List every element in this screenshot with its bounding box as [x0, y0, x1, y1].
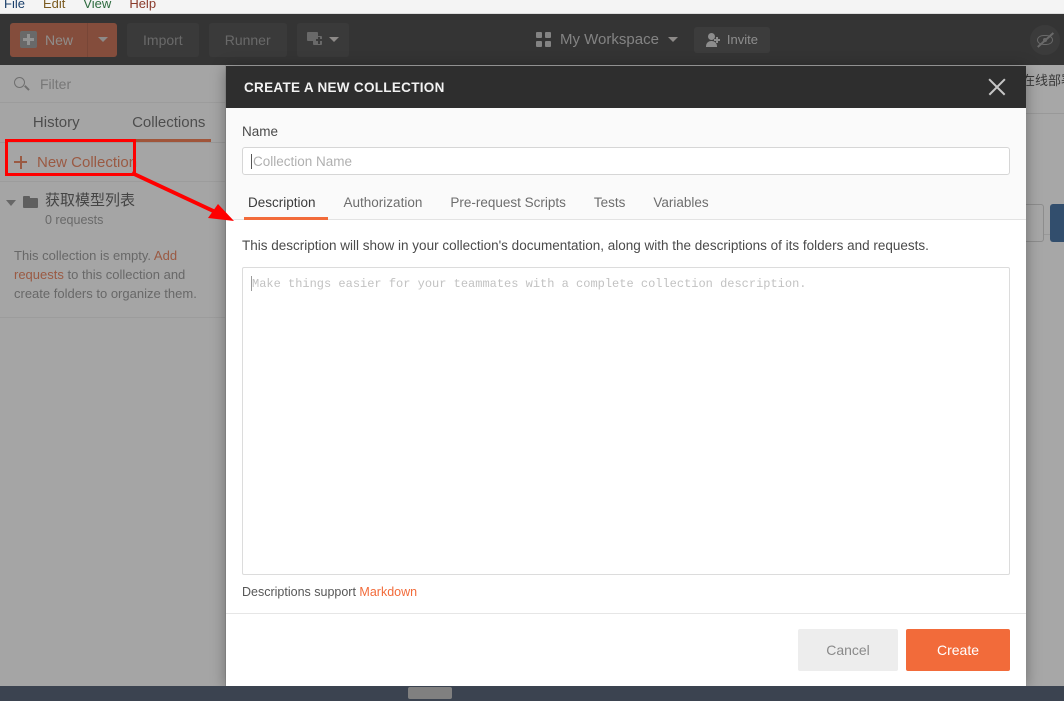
horizontal-scrollbar-thumb[interactable]	[408, 687, 452, 699]
tab-tests[interactable]: Tests	[580, 189, 640, 219]
name-label: Name	[242, 124, 279, 139]
text-cursor	[251, 153, 252, 169]
description-panel: This description will show in your colle…	[226, 220, 1026, 613]
menu-item-help[interactable]: Help	[129, 0, 156, 10]
status-bar	[0, 686, 1064, 701]
modal-header: CREATE A NEW COLLECTION	[226, 66, 1026, 108]
menu-item-view[interactable]: View	[83, 0, 111, 10]
os-menu-bar: File Edit View Help	[0, 0, 1064, 14]
description-textarea[interactable]: Make things easier for your teammates wi…	[242, 267, 1010, 575]
text-cursor	[251, 276, 252, 291]
collection-name-placeholder: Collection Name	[253, 153, 353, 169]
collection-name-input[interactable]: Collection Name	[242, 147, 1010, 175]
name-field-block: Name Collection Name	[226, 108, 1026, 175]
annotation-highlight-box	[5, 139, 136, 176]
tab-variables[interactable]: Variables	[639, 189, 722, 219]
close-icon[interactable]	[986, 76, 1008, 98]
menu-item-file[interactable]: File	[4, 0, 25, 10]
postman-app-window: File Edit View Help New Import Runner My	[0, 0, 1064, 701]
tab-authorization[interactable]: Authorization	[330, 189, 437, 219]
create-collection-modal: CREATE A NEW COLLECTION Name Collection …	[226, 66, 1026, 686]
tab-description[interactable]: Description	[242, 189, 330, 220]
description-help-text: This description will show in your colle…	[242, 238, 929, 253]
tab-pre-request-scripts[interactable]: Pre-request Scripts	[436, 189, 580, 219]
modal-tabs: Description Authorization Pre-request Sc…	[226, 189, 1026, 220]
modal-title: CREATE A NEW COLLECTION	[244, 79, 445, 95]
markdown-note: Descriptions support Markdown	[242, 575, 1010, 613]
cancel-button[interactable]: Cancel	[798, 629, 898, 671]
markdown-link[interactable]: Markdown	[359, 585, 417, 599]
modal-body: Name Collection Name Description Authori…	[226, 108, 1026, 613]
create-button[interactable]: Create	[906, 629, 1010, 671]
description-placeholder: Make things easier for your teammates wi…	[252, 277, 807, 291]
annotation-arrow	[131, 171, 234, 221]
modal-footer: Cancel Create	[226, 613, 1026, 686]
markdown-note-prefix: Descriptions support	[242, 585, 360, 599]
menu-item-edit[interactable]: Edit	[43, 0, 65, 10]
